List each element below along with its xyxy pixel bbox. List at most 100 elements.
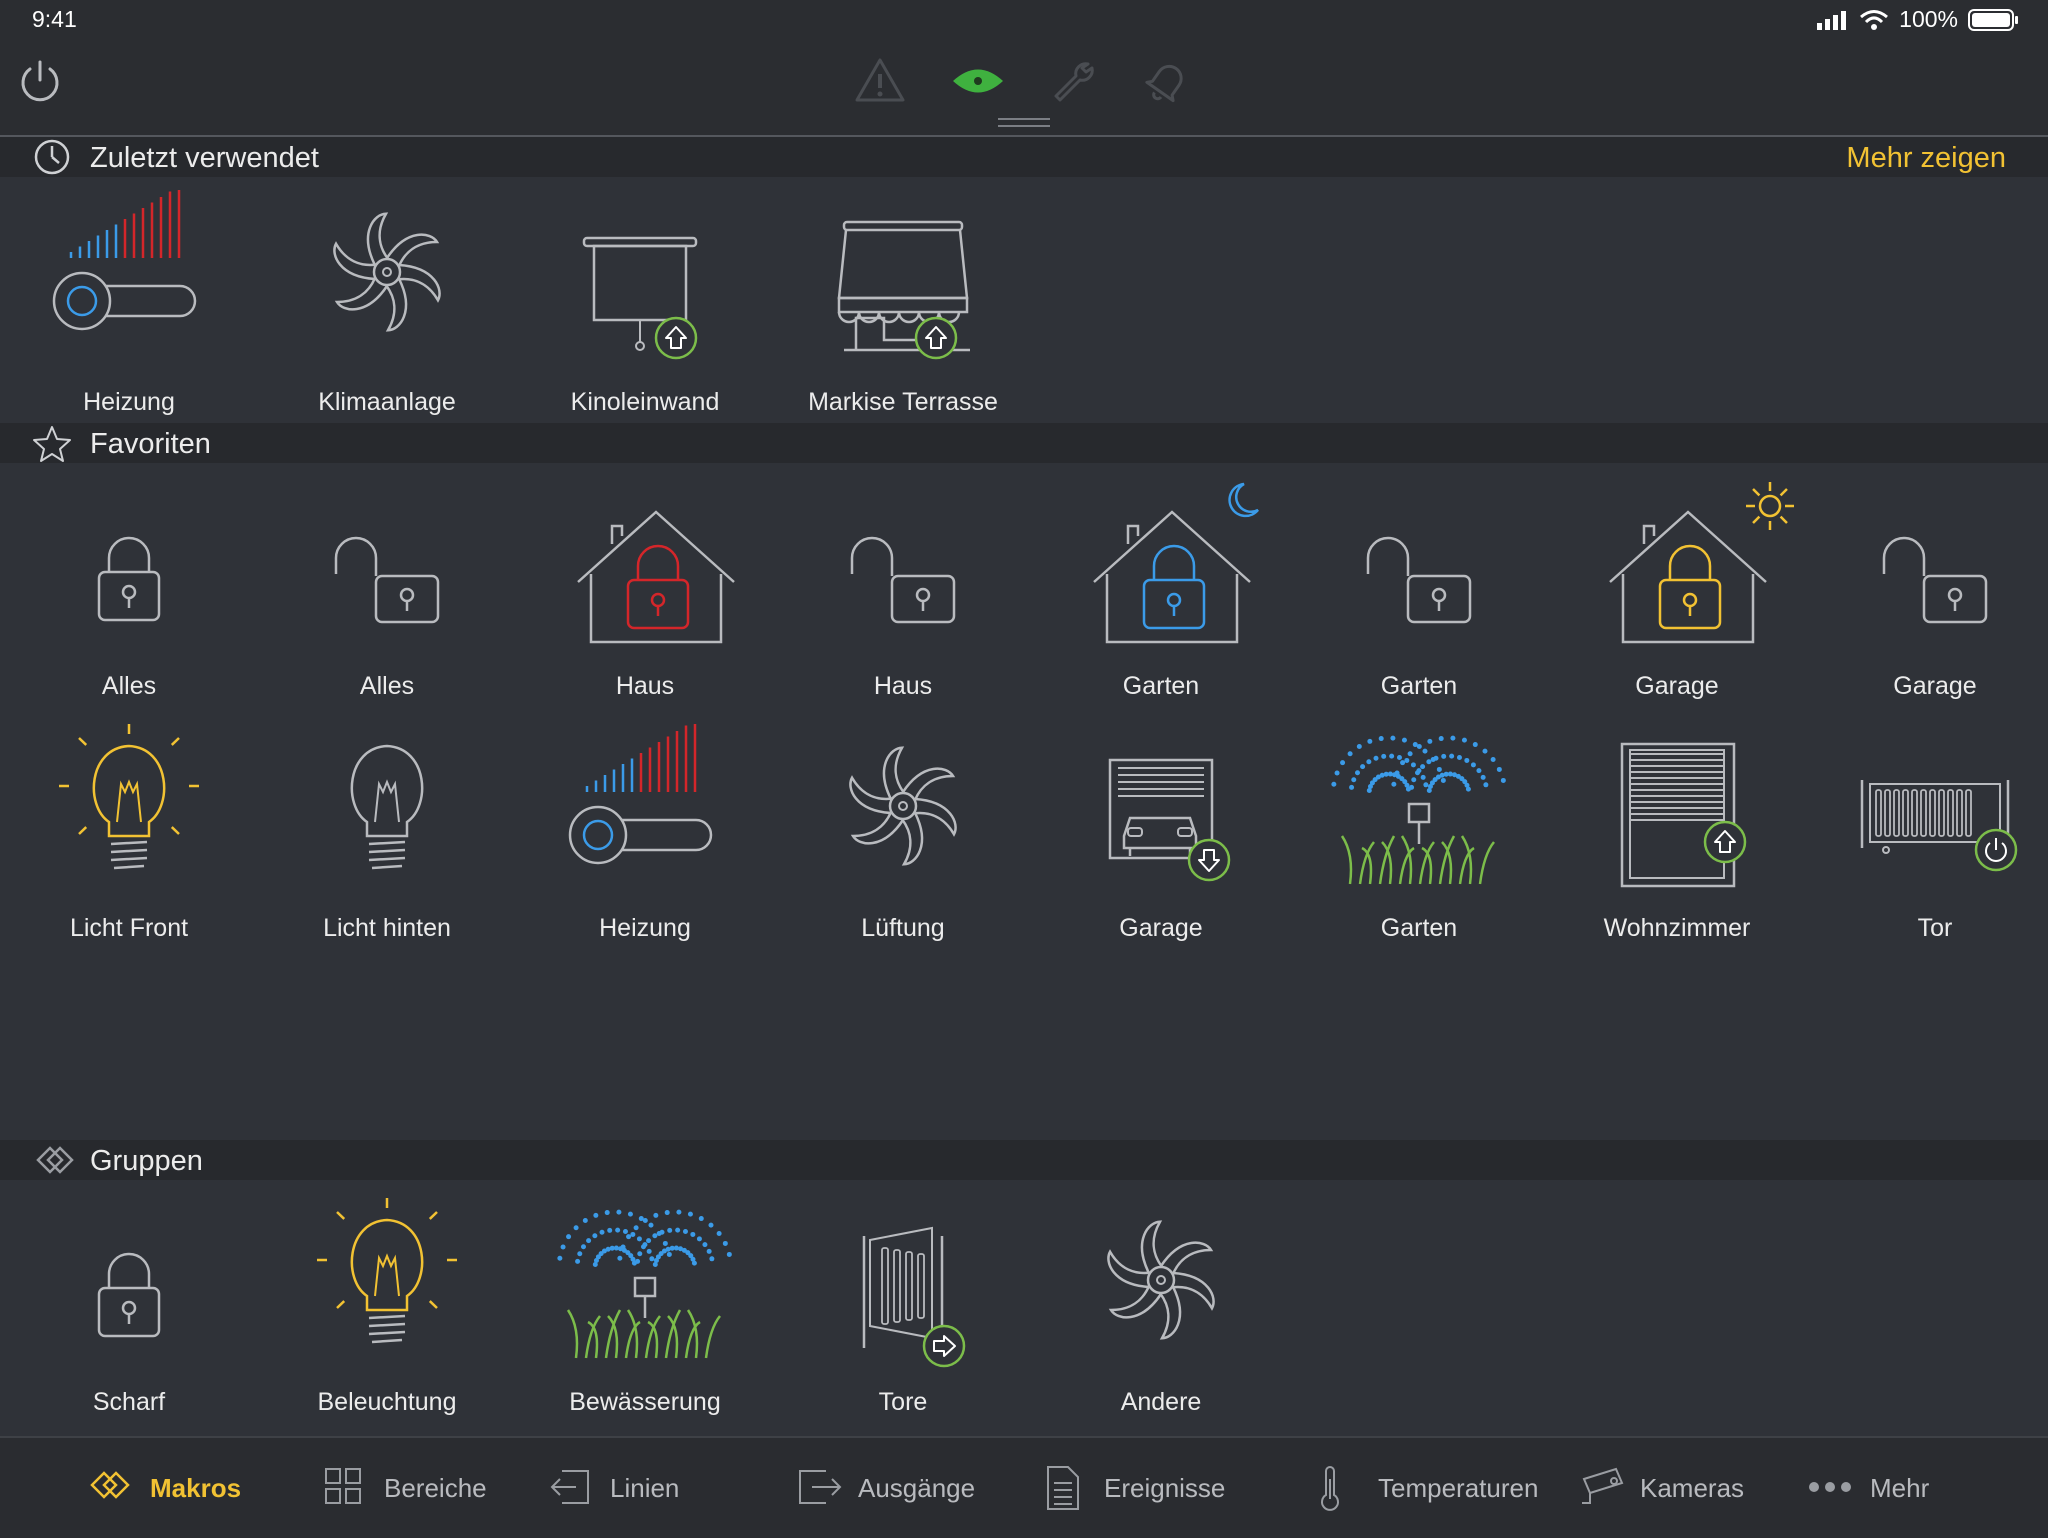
tile-favorites[interactable]: Licht Front — [0, 724, 258, 944]
bulb-on-icon — [317, 1198, 457, 1344]
bell-icon[interactable] — [1144, 56, 1192, 104]
macros-icon — [90, 1471, 130, 1499]
tile-favorites[interactable]: Haus — [774, 482, 1032, 702]
tab-label: Ereignisse — [1104, 1472, 1226, 1503]
tile-label: Garten — [1380, 914, 1458, 942]
tab-document[interactable]: Ereignisse — [1042, 1460, 1225, 1516]
tile-label: Heizung — [599, 914, 691, 942]
tile-favorites[interactable]: Garten — [1290, 724, 1548, 944]
house-lock-red-icon — [577, 510, 735, 644]
wrench-icon[interactable] — [1048, 56, 1096, 104]
tile-label: Alles — [359, 672, 415, 700]
tile-favorites[interactable]: Garage — [1806, 482, 2048, 702]
camera-icon — [1582, 1467, 1624, 1504]
tile-favorites[interactable]: Garage — [1032, 724, 1290, 944]
top-bar — [0, 40, 2048, 137]
tile-favorites[interactable]: Licht hinten — [258, 724, 516, 944]
tab-label: Ausgänge — [858, 1472, 976, 1503]
tile-favorites[interactable]: Wohnzimmer — [1548, 724, 1806, 944]
power-icon[interactable] — [16, 56, 64, 104]
tile-label: Garage — [1893, 672, 1977, 700]
tile-favorites[interactable]: Alles — [258, 482, 516, 702]
sprinkler-icon — [557, 1209, 732, 1359]
tile-favorites[interactable]: Heizung — [516, 724, 774, 944]
tile-groups[interactable]: Scharf — [0, 1198, 258, 1418]
tile-recent[interactable]: Klimaanlage — [258, 190, 516, 416]
tile-label: Beleuchtung — [317, 1388, 457, 1416]
tile-favorites[interactable]: Lüftung — [774, 724, 1032, 944]
tab-label: Temperaturen — [1378, 1472, 1539, 1503]
lock-open-icon — [850, 536, 956, 624]
tab-label: Makros — [150, 1472, 242, 1503]
tile-label: Bewässerung — [569, 1388, 721, 1416]
tab-macros[interactable]: Makros — [88, 1460, 241, 1516]
favorites-header: Favoriten — [0, 423, 2048, 463]
tile-groups[interactable]: Tore — [774, 1198, 1032, 1418]
more-icon — [1809, 1482, 1851, 1492]
tile-recent[interactable]: Kinoleinwand — [516, 190, 774, 416]
tile-label: Garage — [1119, 914, 1203, 942]
signal-icon — [1817, 10, 1847, 30]
battery-percent: 100% — [1899, 6, 1958, 32]
tile-favorites[interactable]: Tor — [1806, 724, 2048, 944]
sprinkler-icon — [1331, 735, 1506, 885]
tile-recent[interactable]: Markise Terrasse — [774, 190, 1032, 416]
tile-label: Licht hinten — [323, 914, 451, 942]
tab-more[interactable]: Mehr — [1808, 1460, 1929, 1516]
tile-favorites[interactable]: Garten — [1032, 482, 1290, 702]
battery-icon — [1968, 8, 2018, 31]
tile-label: Garten — [1122, 672, 1200, 700]
lock-closed-icon — [97, 536, 161, 622]
warning-icon[interactable] — [854, 56, 906, 104]
star-icon — [33, 426, 71, 462]
house-lock-day-icon — [1609, 482, 1794, 644]
favorites-title: Favoriten — [90, 428, 211, 460]
recent-title: Zuletzt verwendet — [90, 142, 319, 174]
tab-label: Mehr — [1870, 1472, 1930, 1503]
tile-groups[interactable]: Bewässerung — [516, 1198, 774, 1418]
garage-door-icon — [1108, 758, 1231, 882]
tile-label: Scharf — [92, 1388, 166, 1416]
tile-favorites[interactable]: Garage — [1548, 482, 1806, 702]
exit-icon — [799, 1470, 842, 1504]
lock-open-icon — [1882, 536, 1988, 624]
tile-label: Kinoleinwand — [570, 388, 720, 416]
tile-recent[interactable]: Heizung — [0, 190, 258, 416]
eye-icon[interactable] — [950, 64, 1006, 98]
fan-icon — [849, 746, 957, 866]
tile-label: Tore — [878, 1388, 928, 1416]
house-lock-night-icon — [1093, 482, 1259, 644]
swing-gate-icon — [862, 1226, 966, 1368]
status-right: 100% — [1815, 6, 2020, 33]
tile-groups[interactable]: Andere — [1032, 1198, 1290, 1418]
tile-label: Haus — [873, 672, 933, 700]
fan-icon — [1107, 1220, 1215, 1340]
tab-enter[interactable]: Linien — [548, 1460, 679, 1516]
wifi-icon — [1860, 9, 1889, 30]
tab-thermometer[interactable]: Temperaturen — [1316, 1460, 1538, 1516]
tile-favorites[interactable]: Alles — [0, 482, 258, 702]
drag-handle[interactable] — [998, 118, 1050, 128]
status-bar: 9:41 100% — [0, 0, 2048, 40]
tile-label: Garten — [1380, 672, 1458, 700]
enter-icon — [550, 1470, 589, 1504]
tile-groups[interactable]: Beleuchtung — [258, 1198, 516, 1418]
groups-header: Gruppen — [0, 1140, 2048, 1180]
lock-open-icon — [1366, 536, 1472, 624]
tile-label: Andere — [1120, 1388, 1202, 1416]
tile-favorites[interactable]: Haus — [516, 482, 774, 702]
awning-icon — [837, 220, 970, 360]
groups-title: Gruppen — [90, 1145, 203, 1177]
tile-favorites[interactable]: Garten — [1290, 482, 1548, 702]
tab-grid[interactable]: Bereiche — [322, 1460, 487, 1516]
tile-label: Lüftung — [861, 914, 945, 942]
status-time: 9:41 — [32, 6, 77, 32]
gate-icon — [1860, 780, 2018, 872]
lock-closed-icon — [97, 1252, 161, 1338]
tile-label: Garage — [1635, 672, 1719, 700]
tab-exit[interactable]: Ausgänge — [796, 1460, 975, 1516]
tab-camera[interactable]: Kameras — [1578, 1460, 1744, 1516]
tile-label: Wohnzimmer — [1603, 914, 1751, 942]
tile-label: Alles — [101, 672, 157, 700]
show-more-link[interactable]: Mehr zeigen — [1846, 142, 2006, 175]
